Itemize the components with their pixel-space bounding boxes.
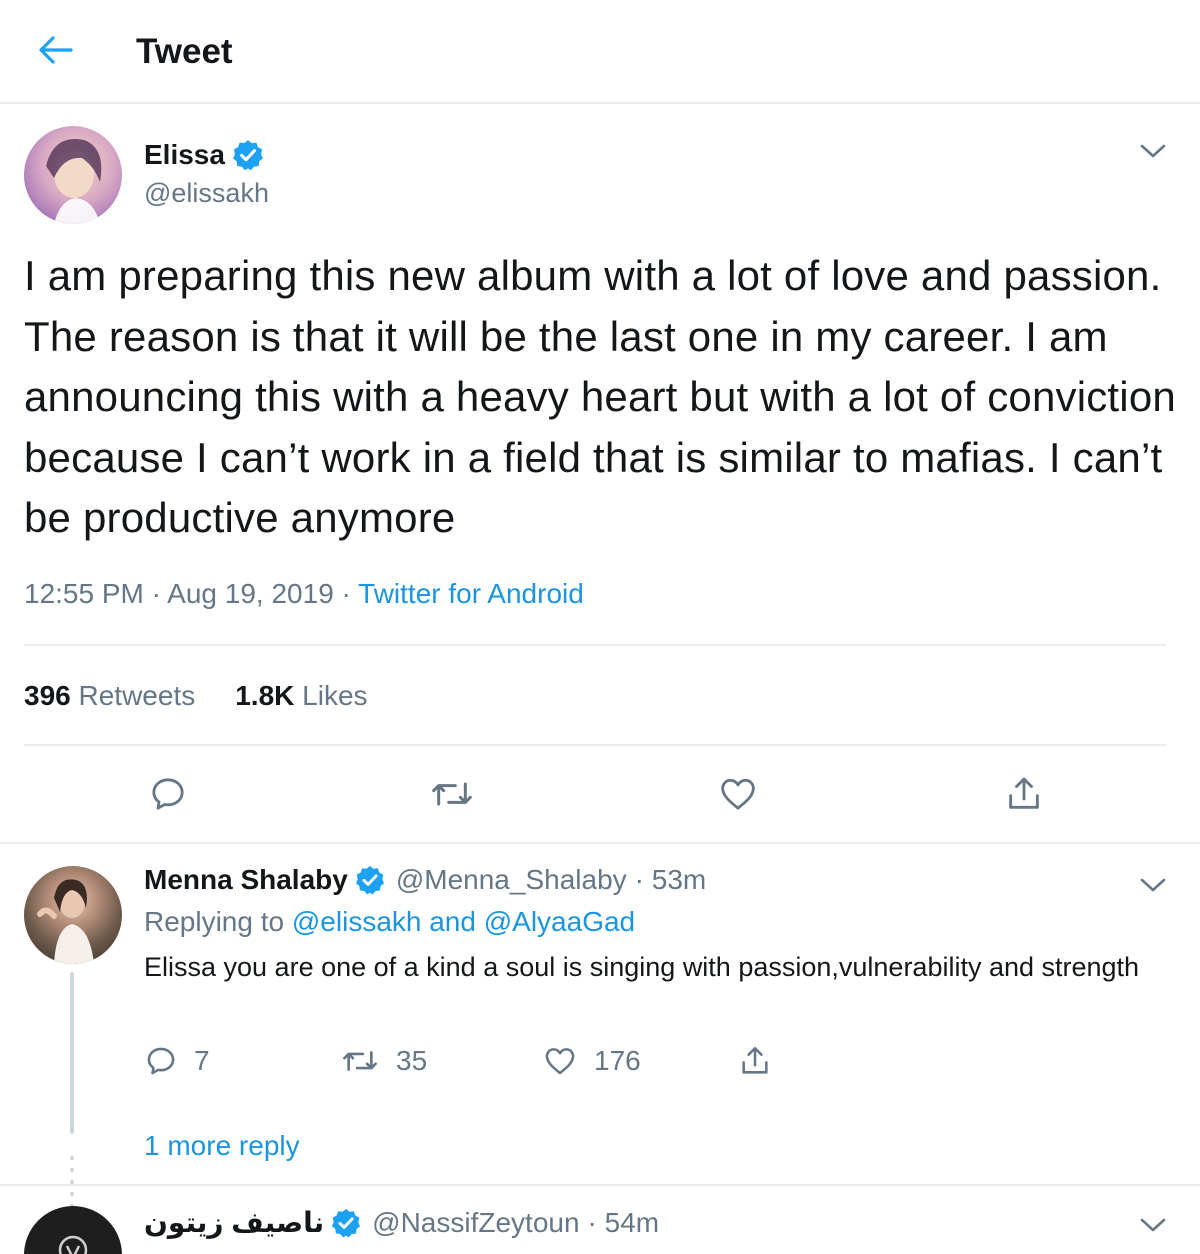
- retweets-count: 396: [24, 680, 71, 711]
- thread-line: [70, 972, 74, 1134]
- like-icon: [721, 778, 755, 810]
- reply-button[interactable]: [146, 772, 190, 816]
- avatar-image: [37, 879, 94, 964]
- author-handle[interactable]: @elissakh: [144, 178, 269, 209]
- likes-stat[interactable]: 1.8K Likes: [235, 680, 367, 712]
- replying-to-link[interactable]: @elissakh and @AlyaaGad: [292, 906, 635, 937]
- divider: [24, 744, 1166, 746]
- reply-author-handle[interactable]: @Menna_Shalaby: [396, 864, 627, 896]
- tweet-meta: 12:55 PM · Aug 19, 2019 · Twitter for An…: [24, 578, 584, 610]
- like-button[interactable]: 176: [542, 1044, 641, 1078]
- reply-options-button[interactable]: [1136, 1208, 1170, 1242]
- reply-count: 7: [194, 1045, 210, 1076]
- reply-options-button[interactable]: [1136, 868, 1170, 902]
- retweet-icon: [343, 1051, 377, 1071]
- page-title: Tweet: [136, 32, 233, 71]
- reply-author-name[interactable]: ناصيف زيتون: [144, 1206, 324, 1239]
- share-icon: [1009, 777, 1039, 809]
- avatar-image: [58, 1235, 88, 1254]
- retweets-stat[interactable]: 396 Retweets: [24, 680, 195, 712]
- reply-icon: [152, 778, 184, 810]
- chevron-down-icon: [1140, 878, 1166, 892]
- like-count: 176: [594, 1045, 641, 1076]
- like-icon: [545, 1048, 575, 1075]
- reply-header: Menna Shalaby @Menna_Shalaby · 53m: [144, 864, 706, 896]
- tweet-stats: 396 Retweets 1.8K Likes: [24, 680, 368, 712]
- tweet-timestamp[interactable]: 12:55 PM · Aug 19, 2019 ·: [24, 578, 358, 609]
- avatar-image: [46, 139, 102, 224]
- replying-to: Replying to @elissakh and @AlyaaGad: [144, 906, 635, 938]
- tweet-text: I am preparing this new album with a lot…: [24, 252, 1176, 541]
- reply-header: ناصيف زيتون @NassifZeytoun · 54m: [144, 1206, 659, 1239]
- author-name[interactable]: Elissa: [144, 139, 225, 171]
- top-bar: Tweet: [0, 0, 1200, 104]
- share-button[interactable]: [738, 1044, 772, 1078]
- divider: [24, 644, 1166, 646]
- verified-badge-icon: [332, 1208, 361, 1237]
- author-name-row[interactable]: Elissa: [144, 138, 265, 172]
- reply-timestamp[interactable]: · 54m: [588, 1207, 660, 1239]
- back-button[interactable]: [30, 28, 80, 72]
- avatar[interactable]: [24, 126, 122, 224]
- replying-to-label: Replying to: [144, 906, 292, 937]
- retweets-label: Retweets: [78, 680, 196, 711]
- reply-author-handle[interactable]: @NassifZeytoun: [372, 1207, 579, 1239]
- like-button[interactable]: [716, 772, 760, 816]
- retweet-count: 35: [396, 1045, 428, 1076]
- reply-text: Elissa you are one of a kind a soul is s…: [144, 952, 1140, 982]
- tweet-actions: [0, 772, 1200, 822]
- verified-badge-icon: [233, 140, 263, 171]
- reply-tweet[interactable]: ناصيف زيتون @NassifZeytoun · 54m: [0, 1186, 1200, 1254]
- retweet-icon: [432, 782, 472, 806]
- avatar[interactable]: [24, 1206, 122, 1254]
- more-replies-link[interactable]: 1 more reply: [144, 1130, 300, 1162]
- reply-actions: 7 35 176: [144, 1044, 844, 1088]
- likes-count: 1.8K: [235, 680, 295, 711]
- tweet-source-link[interactable]: Twitter for Android: [358, 578, 584, 609]
- verified-badge-icon: [355, 866, 384, 895]
- chevron-down-icon: [1140, 1218, 1166, 1232]
- verified-badge: [354, 864, 386, 896]
- reply-tweet[interactable]: Menna Shalaby @Menna_Shalaby · 53m Reply…: [0, 844, 1200, 1212]
- share-icon: [742, 1046, 768, 1074]
- reply-button[interactable]: 7: [144, 1044, 210, 1078]
- reply-icon: [147, 1047, 175, 1075]
- chevron-down-icon: [1140, 144, 1166, 158]
- verified-badge: [330, 1207, 362, 1239]
- retweet-button[interactable]: 35: [340, 1044, 427, 1078]
- tweet-options-button[interactable]: [1136, 134, 1170, 168]
- reply-author-name[interactable]: Menna Shalaby: [144, 864, 348, 896]
- likes-label: Likes: [302, 680, 368, 711]
- back-arrow-icon: [39, 36, 73, 64]
- reply-timestamp[interactable]: · 53m: [635, 864, 707, 896]
- avatar[interactable]: [24, 866, 122, 964]
- retweet-button[interactable]: [430, 772, 474, 816]
- share-button[interactable]: [1002, 772, 1046, 816]
